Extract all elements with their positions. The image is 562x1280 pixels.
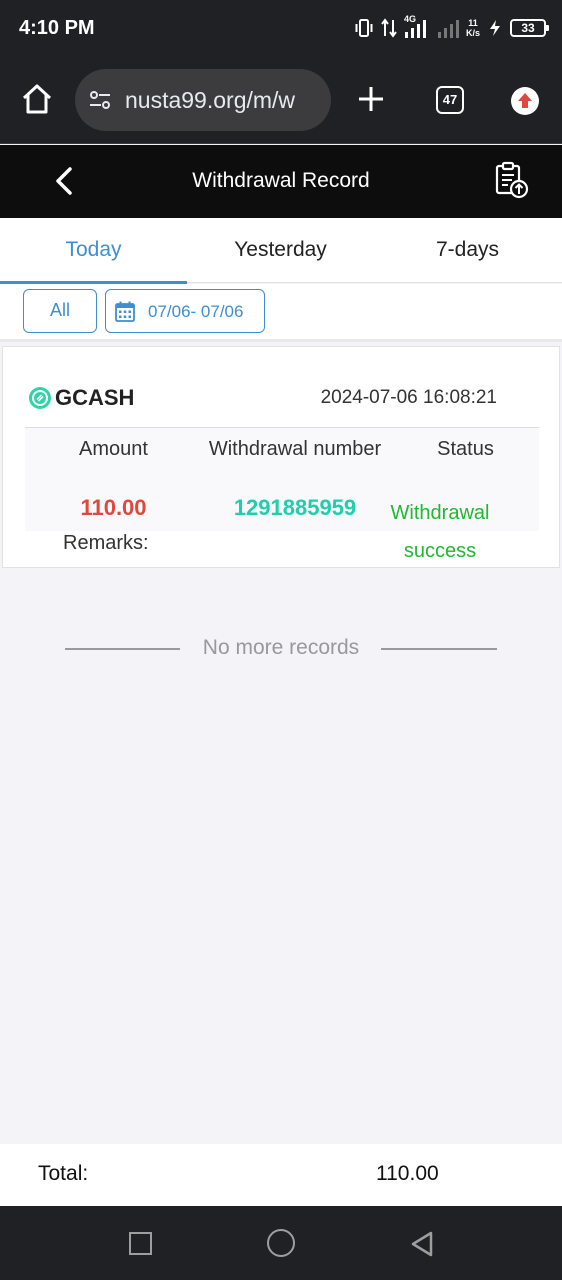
app-header: Withdrawal Record — [0, 145, 562, 218]
clipboard-upload-icon[interactable] — [494, 161, 530, 199]
status-time: 4:10 PM — [19, 17, 95, 39]
date-tabs: Today Yesterday 7-days — [0, 218, 562, 284]
divider-right — [381, 648, 497, 650]
update-icon[interactable] — [511, 87, 539, 115]
no-more-records: No more records — [0, 634, 562, 664]
network-speed: 11 K/s — [465, 18, 480, 38]
browser-toolbar: nusta99.org/m/w 47 — [0, 56, 562, 144]
remarks-label: Remarks: — [63, 532, 149, 554]
gcash-logo-icon — [29, 387, 51, 409]
filter-all-button[interactable]: All — [23, 289, 97, 333]
charging-icon — [490, 20, 500, 36]
url-text[interactable]: nusta99.org/m/w — [125, 87, 325, 114]
page-title: Withdrawal Record — [192, 169, 370, 192]
signal-icon — [404, 20, 426, 38]
home-button[interactable] — [267, 1229, 295, 1257]
arrow-up-icon — [518, 93, 532, 108]
withdrawal-record-card[interactable]: GCASH 2024-07-06 16:08:21 Amount Withdra… — [2, 346, 560, 568]
payment-channel: GCASH — [55, 385, 135, 410]
tab-yesterday[interactable]: Yesterday — [187, 218, 374, 283]
site-settings-icon[interactable] — [88, 88, 112, 112]
date-range-button[interactable]: 07/06- 07/06 — [105, 289, 265, 333]
tab-7-days[interactable]: 7-days — [374, 218, 561, 283]
home-icon[interactable] — [20, 82, 54, 116]
total-value: 110.00 — [376, 1162, 439, 1185]
vibrate-icon — [355, 19, 373, 37]
new-tab-icon[interactable] — [356, 84, 386, 114]
status-header: Status — [437, 438, 494, 460]
signal-4g: 4G — [404, 14, 430, 39]
data-transfer-icon — [381, 18, 397, 38]
status-bar: 4:10 PM 4G 11 K/s 33 — [0, 0, 562, 56]
address-bar[interactable]: nusta99.org/m/w — [75, 69, 331, 131]
system-nav-bar — [0, 1206, 562, 1280]
total-label: Total: — [38, 1162, 89, 1185]
record-datetime: 2024-07-06 16:08:21 — [320, 387, 497, 408]
status-value: Withdrawal success — [390, 502, 490, 562]
tab-today[interactable]: Today — [0, 218, 187, 284]
battery-indicator: 33 — [510, 19, 549, 37]
recents-button[interactable] — [129, 1232, 152, 1255]
back-triangle-icon[interactable] — [409, 1230, 435, 1258]
total-bar: Total: 110.00 — [0, 1144, 562, 1206]
date-range-text: 07/06- 07/06 — [148, 302, 244, 321]
signal-weak-icon — [437, 20, 459, 38]
withdrawal-number-header: Withdrawal number — [208, 438, 382, 460]
filter-row: All 07/06- 07/06 — [0, 284, 562, 342]
tab-switcher-button[interactable]: 47 — [436, 86, 464, 114]
status-icons: 4G 11 K/s 33 — [354, 14, 549, 42]
amount-value: 110.00 — [80, 495, 147, 520]
amount-header: Amount — [79, 438, 148, 460]
calendar-icon — [115, 301, 135, 322]
